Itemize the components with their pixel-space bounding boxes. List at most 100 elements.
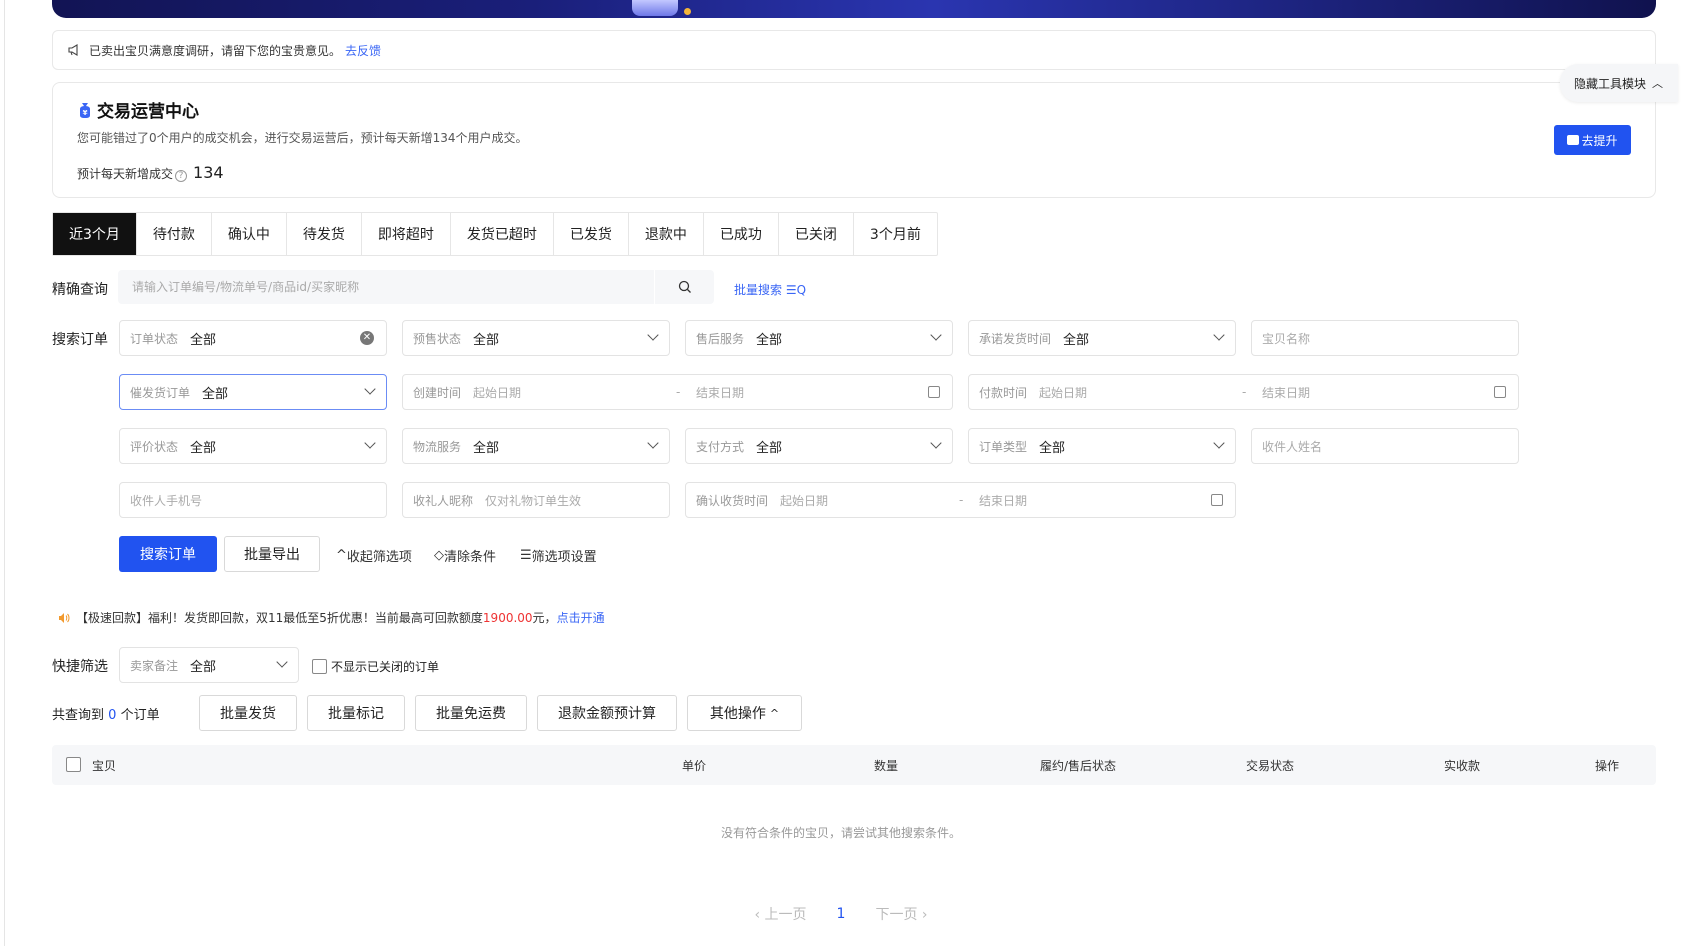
other-actions-button[interactable]: 其他操作 ^	[687, 695, 802, 731]
prev-page-button[interactable]: ‹ 上一页	[754, 904, 806, 924]
clear-conditions-label: 清除条件	[444, 550, 497, 565]
tab-shipped[interactable]: 已发货	[554, 213, 629, 255]
hide-closed-option[interactable]: 不显示已关闭的订单	[312, 658, 439, 675]
tab-closed[interactable]: 已关闭	[779, 213, 854, 255]
current-page[interactable]: 1	[837, 906, 846, 922]
batch-search-link[interactable]: 批量搜索 ☰Q	[734, 281, 806, 298]
receiver-phone-input[interactable]: 收件人手机号	[119, 482, 387, 518]
chevron-up-icon: ^	[769, 706, 780, 720]
exact-query-label: 精确查询	[52, 282, 108, 298]
confirm-time-range[interactable]: 确认收货时间 起始日期 - 结束日期	[685, 482, 1236, 518]
col-received: 实收款	[1444, 759, 1481, 773]
batch-export-button[interactable]: 批量导出	[224, 536, 320, 572]
notice-text: 已卖出宝贝满意度调研，请留下您的宝贵意见。	[89, 43, 342, 58]
batch-free-shipping-button[interactable]: 批量免运费	[415, 695, 527, 731]
clear-icon[interactable]: ✕	[360, 331, 374, 345]
tab-to-ship[interactable]: 待发货	[287, 213, 362, 255]
chevron-down-icon	[930, 437, 942, 449]
chevron-down-icon	[1213, 329, 1225, 341]
col-fulfillment-status: 履约/售后状态	[1040, 759, 1117, 773]
boost-button[interactable]: 去提升	[1554, 125, 1631, 155]
create-time-start[interactable]: 起始日期	[473, 384, 521, 401]
logistics-select[interactable]: 物流服务 全部	[402, 428, 670, 464]
confirm-time-key: 确认收货时间	[696, 493, 769, 508]
pay-time-start[interactable]: 起始日期	[1039, 384, 1087, 401]
promo-text: 【极速回款】福利！发货即回款，双11最低至5折优惠！当前最高可回款额度	[76, 611, 483, 625]
batch-mark-button[interactable]: 批量标记	[307, 695, 405, 731]
confirm-time-start[interactable]: 起始日期	[780, 492, 828, 509]
calendar-icon	[1494, 386, 1506, 398]
feedback-link[interactable]: 去反馈	[345, 42, 381, 59]
receiver-phone-placeholder: 收件人手机号	[130, 493, 203, 508]
gift-nick-key: 收礼人昵称	[413, 493, 474, 508]
tab-success[interactable]: 已成功	[704, 213, 779, 255]
help-icon[interactable]: ?	[175, 170, 188, 182]
chevron-down-icon	[647, 329, 659, 341]
col-item: 宝贝	[92, 759, 117, 773]
tab-near-timeout[interactable]: 即将超时	[362, 213, 451, 255]
search-button[interactable]	[654, 270, 714, 304]
receiver-name-input[interactable]: 收件人姓名	[1251, 428, 1519, 464]
top-banner[interactable]	[52, 0, 1656, 18]
filter-settings-link[interactable]: ☰ 筛选项设置	[520, 546, 597, 565]
batch-ship-button[interactable]: 批量发货	[199, 695, 297, 731]
range-separator: -	[1242, 385, 1247, 399]
list-search-icon: ☰Q	[785, 283, 807, 297]
promise-time-select[interactable]: 承诺发货时间 全部	[968, 320, 1236, 356]
tab-refunding[interactable]: 退款中	[629, 213, 704, 255]
item-name-input[interactable]: 宝贝名称	[1251, 320, 1519, 356]
order-status-key: 订单状态	[130, 331, 179, 346]
presale-status-select[interactable]: 预售状态 全部	[402, 320, 670, 356]
stat-value: 134	[193, 163, 224, 182]
order-type-select[interactable]: 订单类型 全部	[968, 428, 1236, 464]
calendar-icon	[928, 386, 940, 398]
confirm-time-end[interactable]: 结束日期	[979, 492, 1027, 509]
tab-recent-3-months[interactable]: 近3个月	[53, 213, 137, 255]
quick-filter-label: 快捷筛选	[52, 659, 108, 675]
stat-label: 预计每天新增成交	[77, 167, 174, 181]
seller-note-select[interactable]: 卖家备注 全部	[119, 647, 299, 683]
tab-older[interactable]: 3个月前	[854, 213, 937, 255]
search-orders-button[interactable]: 搜索订单	[119, 536, 217, 572]
next-page-button[interactable]: 下一页 ›	[875, 904, 927, 924]
review-status-key: 评价状态	[130, 439, 179, 454]
urge-ship-key: 催发货订单	[130, 385, 191, 400]
chevron-up-icon: ^	[336, 548, 347, 563]
col-unit-price: 单价	[682, 759, 707, 773]
money-bag-icon: ¥	[80, 102, 90, 118]
left-divider	[4, 0, 5, 946]
create-time-range[interactable]: 创建时间 起始日期 - 结束日期	[402, 374, 953, 410]
pay-method-key: 支付方式	[696, 439, 745, 454]
review-status-select[interactable]: 评价状态 全部	[119, 428, 387, 464]
promo-banner: 【极速回款】福利！发货即回款，双11最低至5折优惠！当前最高可回款额度 1900…	[58, 609, 605, 626]
urge-ship-select[interactable]: 催发货订单 全部	[119, 374, 387, 410]
collapse-filters-link[interactable]: ^ 收起筛选项	[336, 546, 412, 565]
hide-closed-checkbox[interactable]	[312, 659, 327, 674]
gift-nick-input[interactable]: 收礼人昵称 仅对礼物订单生效	[402, 482, 670, 518]
pay-time-range[interactable]: 付款时间 起始日期 - 结束日期	[968, 374, 1519, 410]
review-status-value: 全部	[190, 440, 217, 456]
refund-estimate-button[interactable]: 退款金额预计算	[537, 695, 677, 731]
tab-pending-payment[interactable]: 待付款	[137, 213, 212, 255]
pagination: ‹ 上一页 1 下一页 ›	[0, 904, 1682, 924]
collapse-filters-label: 收起筛选项	[346, 550, 412, 565]
megaphone-icon	[68, 44, 78, 56]
hide-tool-toggle[interactable]: 隐藏工具模块 ︿	[1560, 64, 1678, 102]
clear-conditions-link[interactable]: ◇ 清除条件	[434, 546, 496, 565]
promise-time-key: 承诺发货时间	[979, 331, 1052, 346]
empty-state-text: 没有符合条件的宝贝，请尝试其他搜索条件。	[720, 826, 961, 840]
tab-confirming[interactable]: 确认中	[212, 213, 287, 255]
after-sale-select[interactable]: 售后服务 全部	[685, 320, 953, 356]
receiver-name-placeholder: 收件人姓名	[1262, 439, 1323, 454]
pay-method-select[interactable]: 支付方式 全部	[685, 428, 953, 464]
activate-link[interactable]: 点击开通	[557, 609, 605, 626]
order-status-select[interactable]: 订单状态 全部 ✕	[119, 320, 387, 356]
pay-time-end[interactable]: 结束日期	[1262, 384, 1310, 401]
select-all-checkbox[interactable]	[66, 757, 81, 772]
range-separator: -	[676, 385, 681, 399]
ops-title: ¥ 交易运营中心	[77, 97, 199, 122]
eraser-icon: ◇	[434, 548, 444, 563]
exact-query-input[interactable]	[118, 270, 654, 304]
create-time-end[interactable]: 结束日期	[696, 384, 744, 401]
tab-ship-overdue[interactable]: 发货已超时	[451, 213, 554, 255]
